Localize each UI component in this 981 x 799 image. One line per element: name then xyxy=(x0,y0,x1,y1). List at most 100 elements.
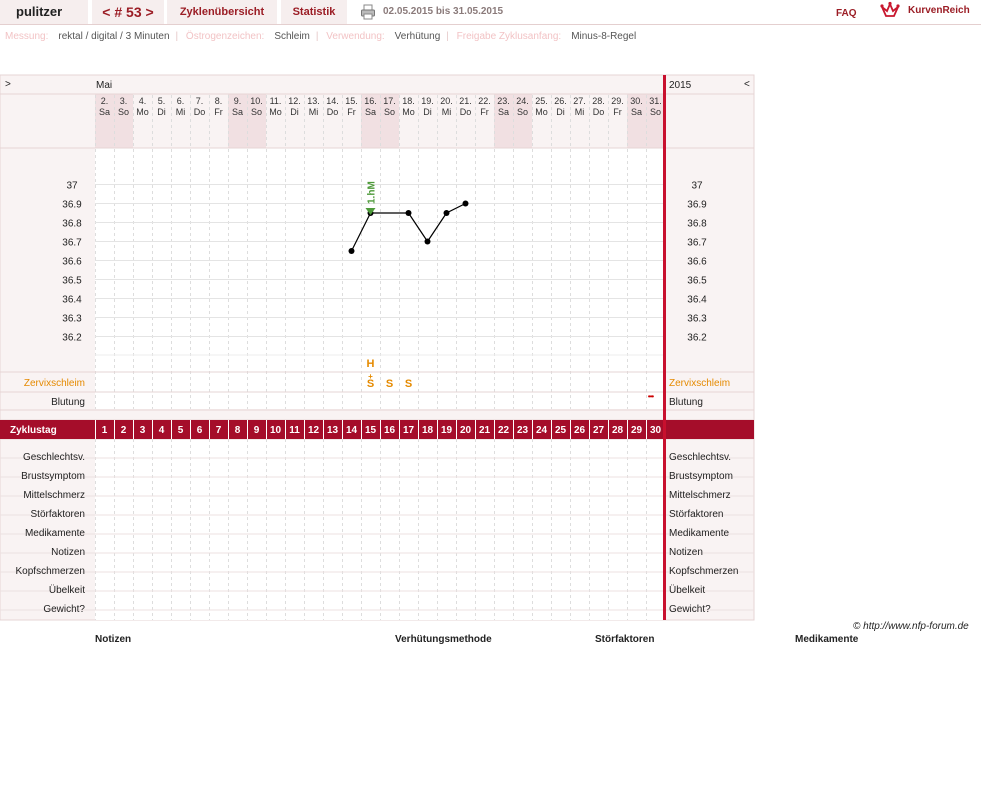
weekday-label: Di xyxy=(423,107,432,117)
mucus-symbol: S xyxy=(405,378,412,390)
y-tick-right: 36.8 xyxy=(687,219,707,230)
y-tick-left: 36.9 xyxy=(62,200,82,211)
mucus-symbol: S xyxy=(386,378,393,390)
date-label: 24. xyxy=(516,96,529,106)
row-label-extra-right: Mittelschmerz xyxy=(669,490,731,501)
y-tick-right: 36.6 xyxy=(687,257,707,268)
cycle-chart: > Mai 2015 <2.Sa3.So4.Mo5.Di6.Mi7.Do8.Fr9.S… xyxy=(0,74,755,621)
cycle-day-number: 9 xyxy=(254,425,260,436)
temperature-point xyxy=(424,238,431,245)
weekday-label: Fr xyxy=(214,107,223,117)
date-label: 9. xyxy=(234,96,242,106)
weekday-label: Mi xyxy=(442,107,452,117)
y-tick-left: 36.3 xyxy=(62,314,82,325)
footer-notes: Notizen xyxy=(95,634,132,645)
cycle-day-number: 30 xyxy=(650,425,662,436)
row-label-bleeding: Blutung xyxy=(51,397,85,408)
month-label: Mai xyxy=(96,80,112,91)
row-label-extra-right: Übelkeit xyxy=(669,584,705,596)
cycle-day-number: 3 xyxy=(140,425,146,436)
date-label: 28. xyxy=(592,96,605,106)
weekday-label: Di xyxy=(556,107,565,117)
cycle-day-number: 13 xyxy=(327,425,339,436)
date-label: 8. xyxy=(215,96,223,106)
weekday-label: Do xyxy=(460,107,472,117)
weekday-label: So xyxy=(118,107,129,117)
cycle-day-number: 6 xyxy=(197,425,203,436)
y-tick-left: 36.7 xyxy=(62,238,82,249)
chart-red-divider xyxy=(663,75,666,620)
cycle-day-number: 19 xyxy=(441,425,453,436)
weekday-label: Fr xyxy=(480,107,489,117)
y-tick-right: 36.9 xyxy=(687,200,707,211)
row-label-bleeding-right: Blutung xyxy=(669,397,703,408)
footer-contraception: Verhütungsmethode xyxy=(395,634,492,645)
cycle-day-number: 7 xyxy=(216,425,222,436)
cycle-day-number: 14 xyxy=(346,425,358,436)
row-label-extra-right: Störfaktoren xyxy=(669,509,723,520)
copyright: © http://www.nfp-forum.de xyxy=(853,621,969,632)
date-label: 11. xyxy=(270,96,282,106)
cycle-day-number: 23 xyxy=(517,425,529,436)
y-tick-left: 36.4 xyxy=(62,295,82,306)
date-label: 16. xyxy=(364,96,377,106)
date-label: 4. xyxy=(139,96,147,106)
date-label: 21. xyxy=(459,96,472,106)
temperature-point xyxy=(443,210,450,216)
date-label: 5. xyxy=(158,96,166,106)
plot-area xyxy=(95,148,664,409)
date-label: 30. xyxy=(630,96,643,106)
cycle-day-number: 15 xyxy=(365,425,377,436)
row-label-cervix: Zervixschleim xyxy=(24,378,85,389)
weekday-label: Mo xyxy=(136,107,149,117)
cycle-day-number: 27 xyxy=(593,425,605,436)
row-label-extra: Geschlechtsv. xyxy=(23,452,85,463)
cycle-day-number: 2 xyxy=(121,425,127,436)
nav-prev-arrow[interactable]: > xyxy=(5,79,11,90)
date-label: 2. xyxy=(101,96,109,106)
weekday-label: So xyxy=(517,107,528,117)
date-label: 18. xyxy=(402,96,415,106)
row-label-extra-right: Kopfschmerzen xyxy=(669,566,738,577)
notes-area xyxy=(95,439,664,620)
weekday-label: Fr xyxy=(613,107,622,117)
cycle-day-number: 4 xyxy=(159,425,165,436)
weekday-label: Do xyxy=(327,107,339,117)
weekday-label: So xyxy=(384,107,395,117)
row-label-extra-right: Notizen xyxy=(669,547,703,558)
cycle-day-number: 21 xyxy=(479,425,491,436)
date-label: 23. xyxy=(497,96,510,106)
cycle-day-number: 20 xyxy=(460,425,472,436)
higher-measurement-label: 1.hM xyxy=(367,181,378,204)
weekday-label: Do xyxy=(593,107,605,117)
weekday-label: Sa xyxy=(498,107,509,117)
y-tick-left: 36.5 xyxy=(62,276,82,287)
date-label: 31. xyxy=(649,96,662,106)
row-label-extra: Kopfschmerzen xyxy=(16,566,85,577)
y-tick-left: 36.8 xyxy=(62,219,82,230)
row-label-extra: Medikamente xyxy=(25,528,85,539)
weekday-label: Mo xyxy=(269,107,282,117)
weekday-label: Sa xyxy=(232,107,243,117)
weekday-label: Mo xyxy=(402,107,415,117)
weekday-label: Mo xyxy=(535,107,548,117)
y-tick-left: 36.2 xyxy=(62,333,82,344)
nav-next-arrow[interactable]: < xyxy=(744,79,750,90)
date-label: 15. xyxy=(345,96,358,106)
cycle-day-number: 22 xyxy=(498,425,510,436)
weekday-label: Mi xyxy=(575,107,585,117)
weekday-label: Sa xyxy=(365,107,376,117)
weekday-label: Sa xyxy=(631,107,642,117)
date-label: 26. xyxy=(554,96,567,106)
row-label-extra-right: Geschlechtsv. xyxy=(669,452,731,463)
cycle-day-number: 1 xyxy=(102,425,108,436)
row-label-extra: Übelkeit xyxy=(49,584,85,596)
mucus-symbol: S xyxy=(367,378,374,390)
cycle-day-number: 5 xyxy=(178,425,184,436)
date-label: 10. xyxy=(250,96,263,106)
year-label: 2015 xyxy=(669,80,692,91)
y-tick-right: 36.7 xyxy=(687,238,707,249)
cycle-day-number: 28 xyxy=(612,425,624,436)
temperature-point xyxy=(405,210,412,216)
cycle-day-label: Zyklustag xyxy=(10,425,57,436)
